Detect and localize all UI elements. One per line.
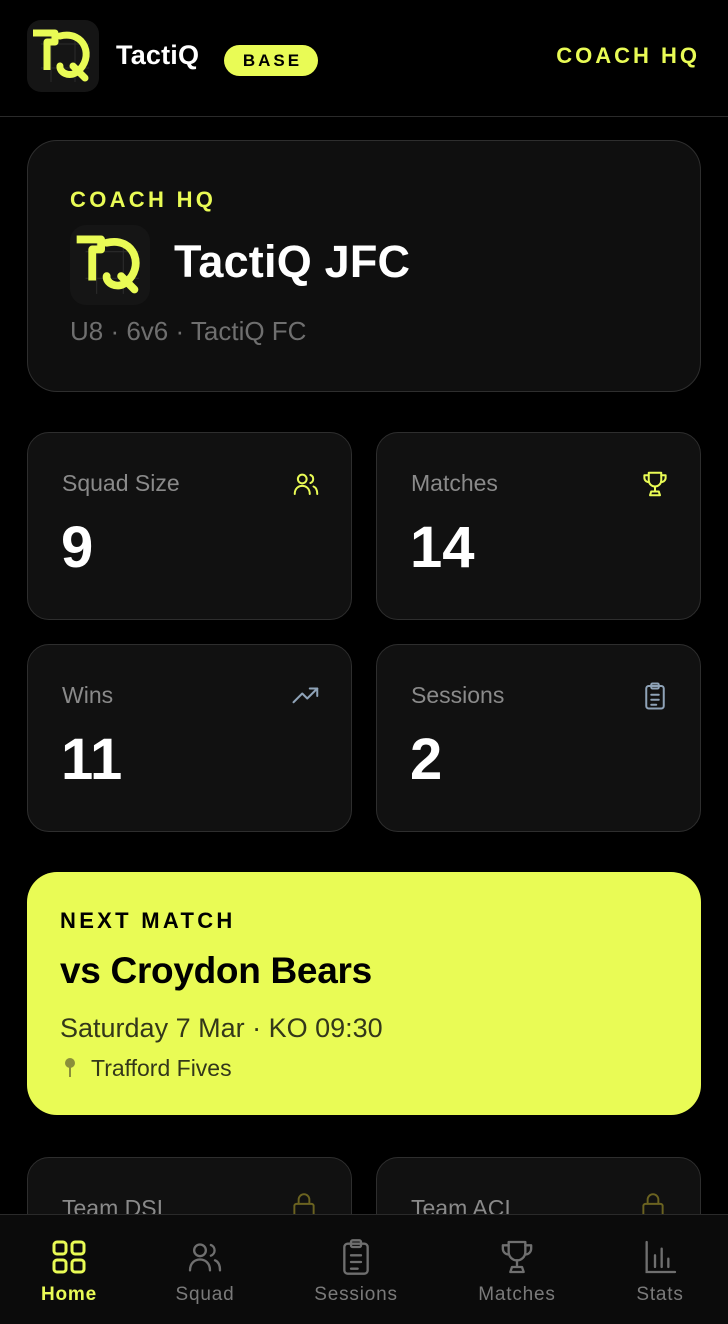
next-match-eyebrow: NEXT MATCH	[60, 908, 236, 933]
nav-item-stats[interactable]: Stats	[610, 1215, 710, 1324]
stat-label: Squad Size	[62, 470, 180, 496]
stat-label: Sessions	[411, 682, 505, 708]
nav-item-matches[interactable]: Matches	[457, 1215, 577, 1324]
stat-value: 2	[410, 727, 443, 792]
bar-chart-icon	[645, 1240, 677, 1274]
club-card: COACH HQ TactiQ JFC U8 · 6v6 · TactiQ FC	[27, 140, 701, 392]
trending-up-icon	[292, 687, 319, 704]
stat-card-matches[interactable]: Matches 14	[376, 432, 701, 620]
nav-item-home[interactable]: Home	[14, 1215, 124, 1324]
club-logo-icon	[70, 225, 150, 305]
nav-label: Matches	[478, 1284, 556, 1305]
stat-label: Matches	[411, 470, 498, 496]
nav-label: Home	[41, 1284, 97, 1305]
coach-hq-link[interactable]: COACH HQ	[556, 43, 700, 69]
map-pin-icon	[65, 1058, 75, 1077]
stat-value: 9	[61, 515, 94, 580]
top-bar: TactiQ BASE COACH HQ	[0, 0, 728, 117]
next-match-venue: Trafford Fives	[91, 1055, 232, 1081]
nav-item-sessions[interactable]: Sessions	[296, 1215, 416, 1324]
home-grid-icon	[52, 1240, 86, 1274]
club-eyebrow: COACH HQ	[70, 187, 217, 212]
stat-card-sessions[interactable]: Sessions 2	[376, 644, 701, 832]
nav-label: Sessions	[314, 1284, 398, 1305]
app-name: TactiQ	[116, 40, 200, 70]
trophy-icon	[501, 1240, 533, 1274]
stat-card-wins[interactable]: Wins 11	[27, 644, 352, 832]
users-icon	[293, 473, 319, 495]
stat-value: 14	[410, 515, 475, 580]
nav-item-squad[interactable]: Squad	[150, 1215, 260, 1324]
next-match-datetime: Saturday 7 Mar · KO 09:30	[60, 1013, 383, 1043]
club-name: TactiQ JFC	[174, 236, 411, 287]
stat-card-squad-size[interactable]: Squad Size 9	[27, 432, 352, 620]
next-match-title: vs Croydon Bears	[60, 950, 372, 991]
clipboard-icon	[343, 1239, 369, 1275]
nav-label: Squad	[175, 1284, 235, 1305]
users-icon	[188, 1243, 222, 1272]
nav-label: Stats	[636, 1284, 684, 1305]
stat-value: 11	[61, 727, 123, 792]
trophy-icon	[643, 471, 667, 497]
club-meta: U8 · 6v6 · TactiQ FC	[70, 316, 307, 346]
stat-label: Wins	[62, 682, 114, 708]
bottom-nav: Home Squad Sessions Matches Stats	[0, 1214, 728, 1324]
plan-badge: BASE	[224, 45, 318, 76]
app-logo-icon[interactable]	[27, 20, 99, 92]
next-match-card[interactable]: NEXT MATCH vs Croydon Bears Saturday 7 M…	[27, 872, 701, 1115]
clipboard-icon	[645, 682, 665, 710]
